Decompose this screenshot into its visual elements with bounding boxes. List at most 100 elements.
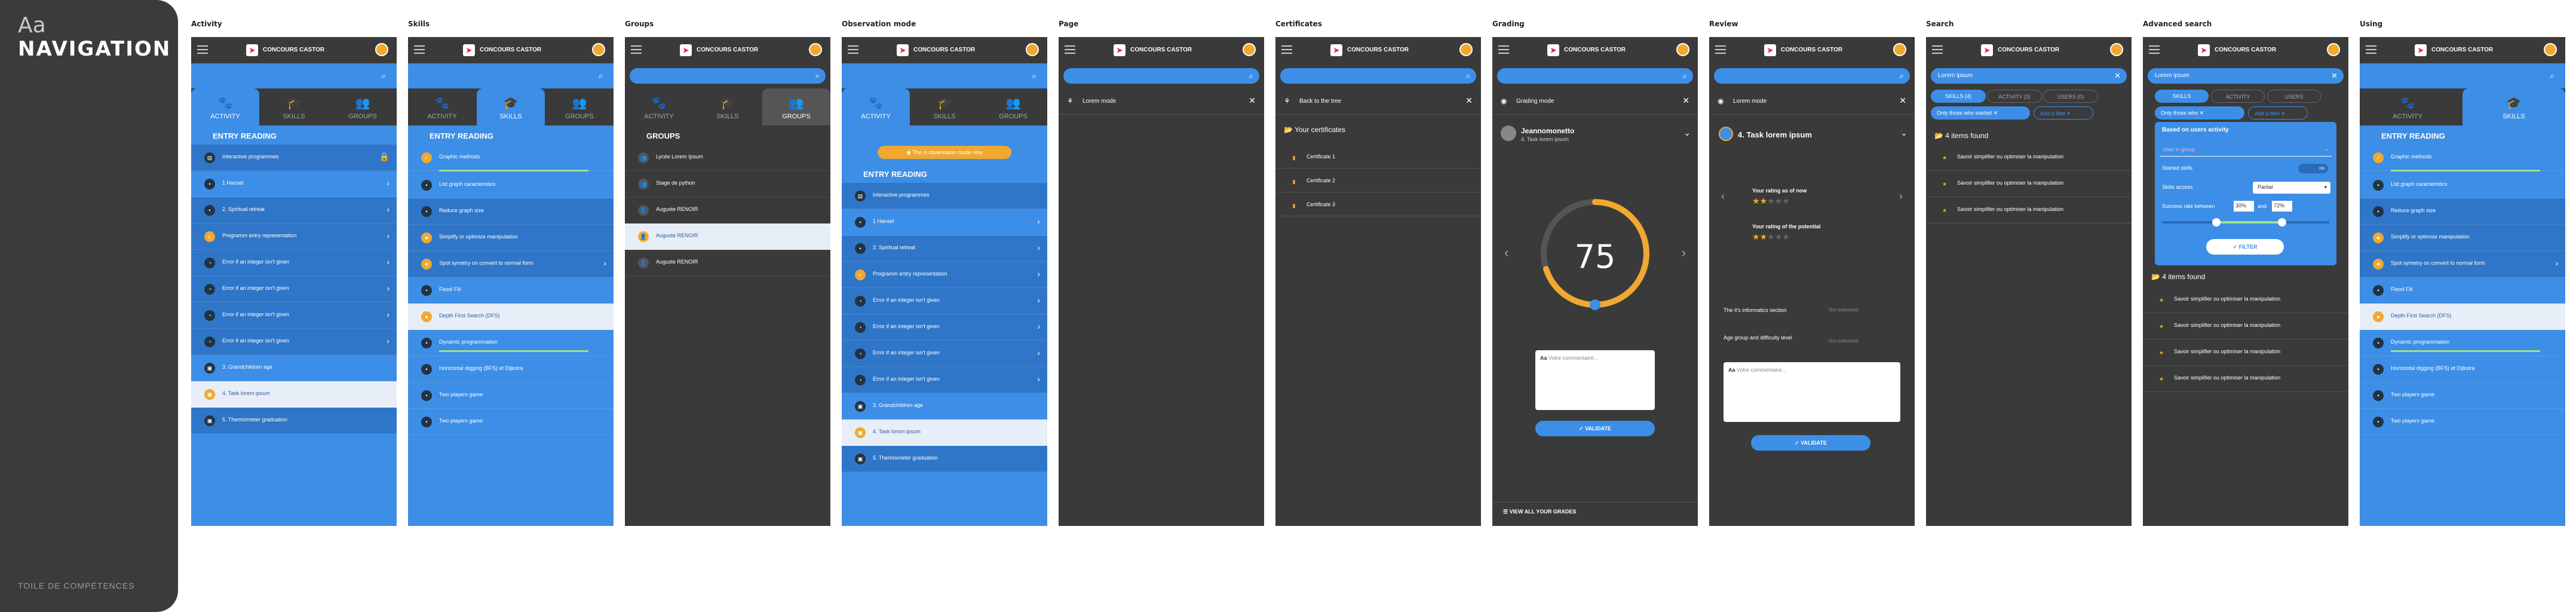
list-item[interactable]: ▮ Certificate 1 [1275, 145, 1481, 169]
section-title[interactable]: ENTRY READING [842, 164, 1047, 183]
observation-banner[interactable]: ◉ The is observation mode now [878, 146, 1011, 159]
list-item[interactable]: • Horizontal digging (BFS) et Dijkstra [2360, 356, 2565, 382]
list-item[interactable]: ◔ Error if an integer isn't given › [191, 302, 397, 329]
tab-skills[interactable]: 🎓 SKILLS [694, 88, 762, 126]
list-item[interactable]: ★ Simplify or optimize manipulation [408, 225, 614, 251]
question-value[interactable]: Not evaluated [1829, 338, 1858, 344]
list-item[interactable]: 👤 Auguste RENOIR [625, 250, 830, 276]
list-item[interactable]: 👥 Stage de python [625, 171, 830, 197]
filter-button[interactable]: ✓ FILTER [2206, 239, 2284, 255]
menu-icon[interactable] [631, 45, 642, 54]
menu-icon[interactable] [414, 45, 425, 54]
list-item[interactable]: • Reduce graph size [2360, 198, 2565, 225]
list-item[interactable]: ▤ Interactive programmes [842, 183, 1047, 209]
avatar[interactable] [1243, 43, 1256, 56]
list-item[interactable]: 👤 Auguste RENOIR [625, 224, 830, 250]
avatar[interactable] [375, 43, 388, 56]
list-item[interactable]: • Two players game [2360, 382, 2565, 409]
comment-field[interactable]: Aa Votre commentaire... [1535, 350, 1655, 410]
back-link[interactable]: Back to the tree [1299, 98, 1341, 105]
filter-chip[interactable]: ACTIVITY [2211, 90, 2265, 103]
chevron-left-icon[interactable]: ‹ [1721, 190, 1725, 203]
list-item[interactable]: ◔ Error if an integer isn't given › [191, 329, 397, 355]
rating-stars[interactable]: ★★★★★ [1752, 232, 1790, 242]
list-item[interactable]: • List graph caracteristics [2360, 172, 2565, 198]
list-item[interactable]: ◔ Error if an integer isn't given › [842, 367, 1047, 393]
list-item[interactable]: ✓ Graphic methods [408, 145, 614, 171]
active-filter[interactable]: Only those who ✕ [2155, 106, 2244, 120]
list-item[interactable]: • Reduce graph size [408, 198, 614, 225]
list-item[interactable]: ▮ Certificate 2 [1275, 169, 1481, 192]
menu-icon[interactable] [1932, 45, 1943, 54]
active-filter[interactable]: Only those who started ✕ [1931, 106, 2030, 120]
range-slider[interactable] [2162, 218, 2329, 227]
avatar[interactable] [1676, 43, 1689, 56]
comment-field[interactable]: Aa Votre commentaire... [1724, 362, 1900, 422]
list-item[interactable]: ◔ Error if an integer isn't given › [842, 341, 1047, 367]
list-item[interactable]: • Two players game [408, 409, 614, 435]
question-value[interactable]: Not evaluated [1829, 307, 1858, 313]
list-item[interactable]: ▮ Certificate 3 [1275, 192, 1481, 216]
close-icon[interactable]: ✕ [2114, 71, 2121, 81]
menu-icon[interactable] [197, 45, 208, 54]
slider-handle[interactable] [2212, 218, 2221, 227]
search-input[interactable]: ⌕ [1497, 68, 1693, 84]
list-item[interactable]: 👥 Lycée Lorem Ipsum [625, 145, 830, 171]
tab-skills[interactable]: 🎓 SKILLS [910, 88, 979, 126]
menu-icon[interactable] [1281, 45, 1292, 54]
chevron-left-icon[interactable]: ‹ [1504, 245, 1508, 261]
tab-skills[interactable]: 🎓 SKILLS [260, 88, 328, 126]
list-item[interactable]: ▣ 5. Thermometer graduation [191, 408, 397, 434]
avatar[interactable] [2544, 43, 2557, 56]
list-item[interactable]: • Flood Fill [2360, 277, 2565, 304]
rate-max[interactable]: 72% [2272, 201, 2292, 212]
search-input[interactable]: ⌕ [1280, 68, 1476, 84]
list-item[interactable]: • Dynamic programmation [2360, 330, 2565, 356]
list-item[interactable]: • Two players game [2360, 409, 2565, 435]
list-item[interactable]: ▣ 5. Thermometer graduation [842, 446, 1047, 472]
section-title[interactable]: ENTRY READING [2360, 126, 2565, 145]
chevron-right-icon[interactable]: › [1899, 190, 1903, 203]
validate-button[interactable]: ✓ VALIDATE [1751, 435, 1870, 451]
search-input[interactable]: ⌕ [2365, 68, 2560, 84]
list-item[interactable]: • Horizontal digging (BFS) et Dijkstra [408, 356, 614, 382]
tab-groups[interactable]: 👥 GROUPS [979, 88, 1047, 126]
access-select[interactable]: Partial ▾ [2253, 182, 2330, 194]
avatar[interactable] [592, 43, 605, 56]
list-item[interactable]: 👤 Auguste RENOIR [625, 197, 830, 224]
list-item[interactable]: • List graph caracteristics [408, 172, 614, 198]
search-input[interactable]: ⌕ [847, 68, 1042, 84]
close-icon[interactable]: ✕ [1682, 96, 1689, 106]
list-item[interactable]: ▣ 4. Task lorem ipsum [842, 420, 1047, 446]
search-input[interactable]: Lorem ipsum ✕ [2148, 68, 2344, 84]
menu-icon[interactable] [2149, 45, 2160, 54]
close-icon[interactable]: ✕ [1249, 96, 1256, 106]
tab-groups[interactable]: 👥 GROUPS [545, 88, 614, 126]
list-item[interactable]: • Flood Fill [408, 277, 614, 304]
section-title[interactable]: ENTRY READING [191, 126, 397, 145]
close-icon[interactable]: ✕ [1465, 96, 1473, 106]
menu-icon[interactable] [1715, 45, 1726, 54]
validate-button[interactable]: ✓ VALIDATE [1535, 421, 1655, 436]
list-item[interactable]: • 2. Spiritual retreat › [191, 197, 397, 224]
list-item[interactable]: ◐ Programm entry representation › [842, 262, 1047, 288]
list-item[interactable]: ★ Simplify or optimize manipulation [2360, 225, 2565, 251]
menu-icon[interactable] [848, 45, 858, 54]
list-item[interactable]: ✓ Graphic methods [2360, 145, 2565, 171]
filter-chip[interactable]: USERS (0) [2043, 90, 2098, 103]
list-item[interactable]: ◔ Error if an integer isn't given › [842, 314, 1047, 341]
tab-skills[interactable]: 🎓 SKILLS [2462, 88, 2565, 126]
filter-chip[interactable]: SKILLS (4) [1931, 90, 1986, 103]
list-item[interactable]: • Dynamic programmation [408, 330, 614, 356]
avatar[interactable] [2110, 43, 2123, 56]
filter-chip[interactable]: SKILLS [2155, 90, 2209, 103]
list-item[interactable]: ★ Savoir simplifier ou optimiser la manip… [1926, 145, 2132, 171]
search-input[interactable]: ⌕ [196, 68, 392, 84]
list-item[interactable]: ★ Savoir simplifier ou optimiser la manip… [1926, 197, 2132, 224]
chevron-down-icon[interactable]: ⌄ [1900, 128, 1908, 138]
avatar[interactable] [1893, 43, 1906, 56]
add-filter-button[interactable]: Add a filter ▾ [2248, 106, 2308, 120]
search-input[interactable]: ⌕ [413, 68, 609, 84]
list-item[interactable]: • Two players game [408, 382, 614, 409]
rating-stars[interactable]: ★★★★★ [1752, 196, 1790, 206]
